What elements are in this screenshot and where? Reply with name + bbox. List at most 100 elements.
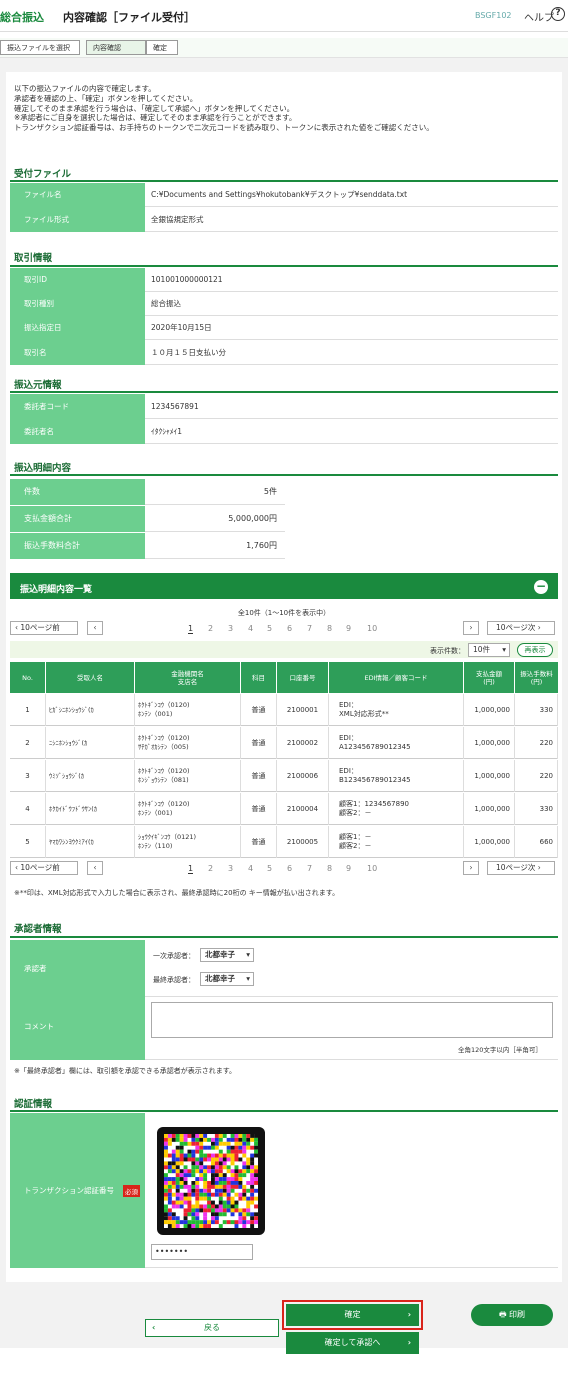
xml-note: ※**印は、XML対応形式で入力した場合に表示され、最終承認時に20桁の キー情…: [14, 889, 340, 897]
back-button[interactable]: ‹ 戻る: [145, 1319, 279, 1337]
step-confirm: 内容確認: [86, 40, 146, 55]
comment-textarea[interactable]: [151, 1002, 553, 1038]
next10-label: 10ページ次: [496, 863, 536, 872]
help-icon[interactable]: ?: [551, 7, 565, 21]
page-6[interactable]: 6: [287, 864, 292, 873]
intro-text: 以下の振込ファイルの内容で確定します。 承認者を確認の上、「確定」ボタンを押して…: [14, 84, 434, 133]
page-6[interactable]: 6: [287, 624, 292, 633]
page-9[interactable]: 9: [346, 624, 351, 633]
page-7[interactable]: 7: [307, 864, 312, 873]
page-1[interactable]: 1: [188, 624, 194, 634]
cell-fee: 330: [515, 694, 558, 726]
total-amount-label: 支払金額合計: [10, 506, 145, 532]
required-badge: 必須: [123, 1185, 140, 1197]
cell-edi: 顧客1：－ 顧客2：－: [329, 826, 464, 858]
cell-fee: 220: [515, 760, 558, 792]
page-2[interactable]: 2: [208, 624, 213, 633]
next10-label: 10ページ次: [496, 623, 536, 632]
page-9[interactable]: 9: [346, 864, 351, 873]
print-button[interactable]: 🖶 印刷: [471, 1304, 553, 1326]
first-approver-label: 一次承認者：: [153, 952, 195, 960]
cell-no: 4: [10, 793, 46, 825]
display-count-label: 表示件数：: [430, 647, 465, 655]
prev-page-button[interactable]: ‹: [87, 621, 103, 635]
print-label: 印刷: [509, 1310, 526, 1319]
chevron-right-icon: ›: [535, 863, 541, 872]
page-5[interactable]: 5: [267, 624, 272, 633]
prev10-label: 10ページ前: [20, 863, 60, 872]
cell-bank: ｼｮｳｸｲｷﾞﾝｺｳ（0121) ﾎﾝﾃﾝ（110): [135, 826, 241, 858]
cell-account: 2100006: [277, 760, 329, 792]
col-fee: 振込手数料 (円): [520, 669, 553, 686]
triangle-down-icon: ▾: [246, 950, 250, 959]
cell-bank: ﾎｸﾄｷﾞﾝｺｳ（0120) ﾎﾝﾃﾝ（001): [135, 793, 241, 825]
result-count: 全10件（1〜10件を表示中）: [237, 609, 331, 617]
prev-page-button[interactable]: ‹: [87, 861, 103, 875]
table-header: No. 受取人名 金融機関名 支店名 科目 口座番号 EDI情報／顧客コード 支…: [10, 662, 558, 693]
next-page-button[interactable]: ›: [463, 621, 479, 635]
cell-amount: 1,000,000: [464, 727, 515, 759]
cell-account: 2100001: [277, 694, 329, 726]
display-count-select[interactable]: 10件 ▾: [468, 643, 510, 657]
cell-edi: EDI： B123456789012345: [329, 760, 464, 792]
transaction-auth-input[interactable]: •••••••: [151, 1244, 253, 1260]
category-label: 総合振込: [0, 11, 44, 24]
page-4[interactable]: 4: [248, 624, 253, 633]
page-2[interactable]: 2: [208, 864, 213, 873]
chevron-right-icon: ›: [407, 1310, 411, 1319]
chevron-right-icon: ›: [469, 863, 473, 872]
transfer-date-label: 振込指定日: [10, 316, 145, 340]
collapse-icon[interactable]: −: [534, 580, 548, 594]
cell-bank: ﾎｸﾄｷﾞﾝｺｳ（0120) ｻﾁｶﾞｵｶｼﾃﾝ（005): [135, 727, 241, 759]
approver-note: ※「最終承認者」欄には、取引額を承認できる承認者が表示されます。: [14, 1067, 237, 1075]
cell-no: 1: [10, 694, 46, 726]
page-8[interactable]: 8: [327, 624, 332, 633]
confirm-button[interactable]: 確定 ›: [286, 1304, 419, 1326]
first-approver-select[interactable]: 北都幸子 ▾: [200, 948, 254, 962]
cell-name: ｳﾐｿﾞｼｮｳｼﾞ(ｶ: [46, 760, 135, 792]
detail-list-header[interactable]: 振込明細内容一覧: [10, 573, 558, 599]
page-title: 内容確認［ファイル受付］: [63, 11, 195, 24]
intro-line: 確定してそのまま承認を行う場合は、「確定して承認へ」ボタンを押してください。: [14, 103, 295, 113]
redisplay-button[interactable]: 再表示: [517, 643, 553, 657]
next10-button[interactable]: 10ページ次 ›: [487, 621, 555, 635]
final-approver-value: 北都幸子: [205, 974, 235, 983]
page-7[interactable]: 7: [307, 624, 312, 633]
cell-bank: ﾎｸﾄｷﾞﾝｺｳ（0120) ﾎﾝｼﾞｮｳｼﾃﾝ（081): [135, 760, 241, 792]
trade-type-label: 取引種別: [10, 292, 145, 316]
page-10[interactable]: 10: [367, 624, 377, 633]
page-4[interactable]: 4: [248, 864, 253, 873]
printer-icon: 🖶: [498, 1310, 510, 1319]
divider: [10, 936, 558, 938]
divider: [10, 265, 558, 267]
prev10-button[interactable]: ‹ 10ページ前: [10, 861, 78, 875]
page-1[interactable]: 1: [188, 864, 194, 874]
approver-label: 承認者: [10, 940, 145, 997]
final-approver-select[interactable]: 北都幸子 ▾: [200, 972, 254, 986]
page-10[interactable]: 10: [367, 864, 377, 873]
trade-name-label: 取引名: [10, 340, 145, 365]
cell-no: 5: [10, 826, 46, 858]
confirm-approve-button[interactable]: 確定して承認へ ›: [286, 1332, 419, 1354]
intro-line: 承認者を確認の上、「確定」ボタンを押してください。: [14, 93, 198, 103]
cell-account: 2100002: [277, 727, 329, 759]
table-row: 2 ﾆｼﾆﾎﾝｼｮｳｼﾞ(ｶ ﾎｸﾄｷﾞﾝｺｳ（0120) ｻﾁｶﾞｵｶｼﾃﾝ（00…: [10, 727, 558, 759]
file-heading: 受付ファイル: [14, 169, 72, 180]
next-page-button[interactable]: ›: [463, 861, 479, 875]
page-3[interactable]: 3: [228, 864, 233, 873]
prev10-button[interactable]: ‹ 10ページ前: [10, 621, 78, 635]
col-recipient: 受取人名: [46, 662, 135, 693]
page-5[interactable]: 5: [267, 864, 272, 873]
cell-account: 2100005: [277, 826, 329, 858]
step-done: 確定: [146, 40, 178, 55]
divider: [10, 391, 558, 393]
chevron-right-icon: ›: [469, 623, 473, 632]
cell-bank: ﾎｸﾄｷﾞﾝｺｳ（0120) ﾎﾝﾃﾝ（001): [135, 694, 241, 726]
page-3[interactable]: 3: [228, 624, 233, 633]
col-account: 口座番号: [277, 662, 329, 693]
divider: [10, 474, 558, 476]
page-8[interactable]: 8: [327, 864, 332, 873]
next10-button[interactable]: 10ページ次 ›: [487, 861, 555, 875]
help-link[interactable]: ヘルプ: [524, 9, 554, 24]
table-row: 1 ﾋｶﾞｼﾆﾎﾝｼｮｳｼﾞ(ｶ ﾎｸﾄｷﾞﾝｺｳ（0120) ﾎﾝﾃﾝ（001) 普…: [10, 694, 558, 726]
